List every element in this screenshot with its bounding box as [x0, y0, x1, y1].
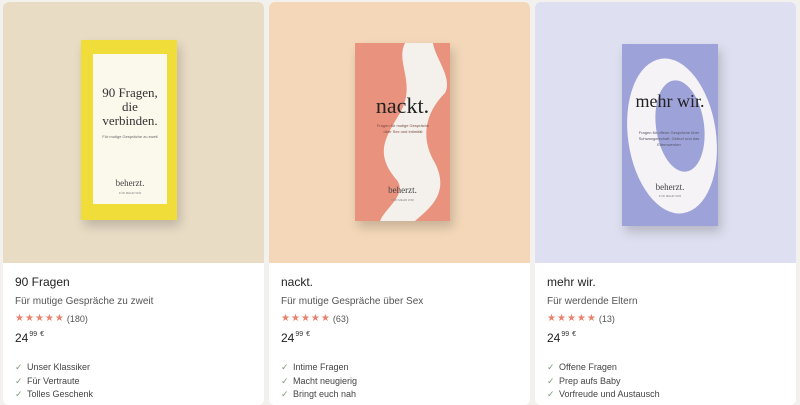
price-main: 24	[281, 331, 295, 345]
star-icon: ★	[44, 313, 54, 324]
star-icon: ★	[281, 313, 290, 324]
feature-item: ✓ Bringt euch nah	[281, 388, 521, 401]
rating-count: (180)	[66, 314, 88, 324]
feature-label: Für Vertraute	[27, 375, 80, 386]
product-info: nackt. Für mutige Gespräche über Sex ★ ★…	[281, 274, 521, 402]
box-panel: 90 Fragen, die verbinden. Für mutige Ges…	[93, 54, 167, 204]
feature-item: ✓ Prep aufs Baby	[547, 375, 787, 388]
feature-item: ✓ Macht neugierig	[281, 375, 521, 388]
feature-list: ✓ Intime Fragen ✓ Macht neugierig ✓ Bringt …	[281, 361, 521, 401]
product-tagline: Für mutige Gespräche über Sex	[281, 296, 424, 307]
star-icon: ★	[54, 313, 64, 324]
price-cents: 99	[561, 331, 570, 338]
check-icon: ✓	[281, 362, 289, 372]
product-grid: 90 Fragen, die verbinden. Für mutige Ges…	[0, 0, 800, 405]
star-icon: ★	[290, 313, 300, 324]
box-brand: beherzt.	[115, 178, 145, 188]
product-rating: ★ ★ ★ ★ ★ (13)	[547, 312, 787, 326]
feature-item: ✓ Vorfreude und Austausch	[547, 388, 787, 401]
product-name[interactable]: 90 Fragen	[15, 274, 255, 290]
product-price: 24 99 €	[15, 329, 255, 349]
star-icon: ★	[34, 313, 44, 324]
feature-list: ✓ Unser Klassiker ✓ Für Vertraute ✓ Tolles …	[15, 361, 255, 401]
product-card-nackt[interactable]: nackt. Fragen für mutige Gespräche über …	[269, 2, 530, 405]
feature-label: Bringt euch nah	[293, 389, 357, 399]
feature-label: Tolles Geschenk	[27, 389, 94, 399]
price-currency: €	[40, 331, 45, 338]
feature-label: Unser Klassiker	[27, 362, 91, 372]
star-icon: ★	[24, 313, 34, 324]
feature-label: Macht neugierig	[293, 375, 358, 386]
price-currency: €	[306, 331, 311, 338]
price-cents: 99	[295, 331, 304, 338]
box-subtitle: Für mutige Gespräche zu zweit	[102, 134, 158, 139]
check-icon: ✓	[281, 375, 289, 386]
product-card-mehr-wir[interactable]: mehr wir. Fragen für offene Gespräche üb…	[535, 2, 796, 405]
price-cents: 99	[29, 331, 38, 338]
star-icon: ★	[547, 313, 556, 324]
product-image[interactable]: mehr wir. Fragen für offene Gespräche üb…	[535, 2, 796, 263]
rating-stars: ★ ★ ★ ★ ★	[15, 313, 64, 325]
rating-stars: ★ ★ ★ ★ ★	[547, 313, 596, 325]
product-price: 24 99 €	[281, 329, 521, 349]
check-icon: ✓	[15, 389, 23, 399]
feature-item: ✓ Für Vertraute	[15, 375, 255, 388]
box-brand-sub: FÜR MEHR WIR	[658, 194, 682, 198]
product-info: 90 Fragen Für mutige Gespräche zu zweit …	[15, 274, 255, 402]
feature-item: ✓ Unser Klassiker	[15, 361, 255, 374]
rating-stars: ★ ★ ★ ★ ★	[281, 313, 330, 325]
box-brand-sub: FÜR MEHR WIR	[391, 198, 414, 202]
product-tagline: Für mutige Gespräche zu zweit	[15, 296, 154, 307]
price-main: 24	[15, 331, 29, 345]
star-icon: ★	[586, 313, 596, 324]
feature-list: ✓ Offene Fragen ✓ Prep aufs Baby ✓ Vorfreud…	[547, 361, 787, 401]
star-icon: ★	[300, 313, 310, 324]
box-title: nackt.	[375, 93, 430, 118]
product-box: 90 Fragen, die verbinden. Für mutige Ges…	[81, 40, 177, 220]
box-brand: beherzt.	[655, 182, 685, 192]
feature-label: Intime Fragen	[293, 362, 349, 372]
star-icon: ★	[566, 313, 576, 324]
check-icon: ✓	[15, 362, 23, 372]
star-icon: ★	[15, 313, 24, 324]
feature-item: ✓ Intime Fragen	[281, 361, 521, 374]
feature-item: ✓ Offene Fragen	[547, 361, 787, 374]
product-image[interactable]: 90 Fragen, die verbinden. Für mutige Ges…	[3, 2, 264, 263]
feature-label: Offene Fragen	[559, 362, 617, 372]
box-subtitle: Fragen für offene Gespräche über Schwang…	[638, 130, 700, 147]
product-rating: ★ ★ ★ ★ ★ (180)	[15, 312, 255, 326]
star-icon: ★	[310, 313, 320, 324]
check-icon: ✓	[281, 389, 289, 399]
product-tagline: Für werdende Eltern	[547, 296, 638, 307]
price-currency: €	[572, 331, 577, 338]
product-price: 24 99 €	[547, 329, 787, 349]
star-icon: ★	[556, 313, 566, 324]
check-icon: ✓	[15, 375, 23, 386]
box-title: 90 Fragen, die verbinden.	[102, 85, 158, 128]
rating-count: (13)	[598, 314, 615, 324]
product-name[interactable]: nackt.	[281, 274, 521, 290]
feature-item: ✓ Tolles Geschenk	[15, 388, 255, 401]
rating-count: (63)	[332, 314, 349, 324]
check-icon: ✓	[547, 362, 555, 372]
check-icon: ✓	[547, 375, 555, 386]
product-image[interactable]: nackt. Fragen für mutige Gespräche über …	[269, 2, 530, 263]
box-brand-sub: FÜR MEHR WIR	[118, 191, 142, 195]
product-box: mehr wir. Fragen für offene Gespräche üb…	[622, 44, 718, 226]
box-brand: beherzt.	[388, 185, 417, 195]
product-name[interactable]: mehr wir.	[547, 274, 787, 290]
star-icon: ★	[576, 313, 586, 324]
check-icon: ✓	[547, 389, 555, 399]
box-title: mehr wir.	[635, 91, 705, 111]
product-info: mehr wir. Für werdende Eltern ★ ★ ★ ★ ★ …	[547, 274, 787, 402]
feature-label: Vorfreude und Austausch	[559, 389, 660, 399]
box-subtitle: Fragen für mutige Gespräche über Sex und…	[376, 123, 430, 134]
feature-label: Prep aufs Baby	[559, 375, 621, 386]
product-card-90-fragen[interactable]: 90 Fragen, die verbinden. Für mutige Ges…	[3, 2, 264, 405]
price-main: 24	[547, 331, 561, 345]
product-rating: ★ ★ ★ ★ ★ (63)	[281, 312, 521, 326]
star-icon: ★	[320, 313, 330, 324]
product-box: nackt. Fragen für mutige Gespräche über …	[355, 43, 450, 221]
